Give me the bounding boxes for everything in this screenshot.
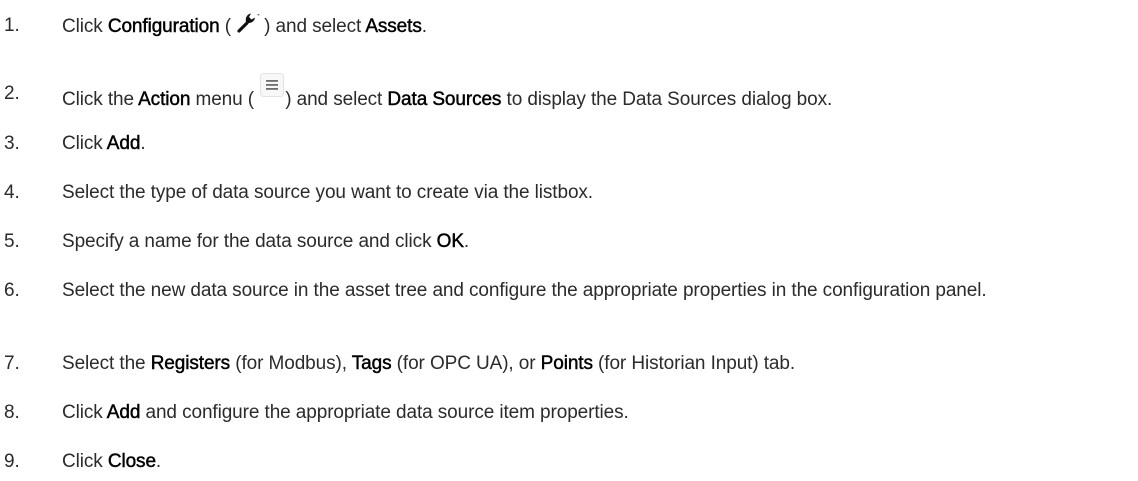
step-text-run: . <box>463 231 470 252</box>
ui-term-bold: Action <box>138 89 191 110</box>
step-number: 2. <box>4 83 20 104</box>
step-number: 4. <box>4 182 20 203</box>
step-number: 5. <box>4 231 20 252</box>
ui-term-bold: Add <box>106 133 141 154</box>
step-text-run: to display the Data Sources dialog box. <box>501 89 833 110</box>
ui-term-bold: Data Sources <box>387 89 502 110</box>
step-text-run: and configure the appropriate data sourc… <box>140 402 629 423</box>
step-text-run: (for OPC UA), or <box>391 353 541 374</box>
step-text-run: . <box>155 451 162 472</box>
ui-term-bold: Registers <box>150 353 231 374</box>
step-text: Click Add and configure the appropriate … <box>62 400 1122 426</box>
step-text-run: Click <box>62 16 108 37</box>
step-text-run: ) and select <box>285 89 388 110</box>
step-text-run: (for Modbus), <box>230 353 352 374</box>
step-text-run: (for Historian Input) tab. <box>592 353 796 374</box>
action-menu-icon <box>259 73 285 107</box>
step-number: 7. <box>4 353 20 374</box>
step-text-run: ( <box>219 16 237 37</box>
step-text-run: Click the <box>62 89 139 110</box>
step-number: 9. <box>4 451 20 472</box>
step-text-run: Click <box>62 133 107 154</box>
step-text-run: . <box>421 16 427 37</box>
step-number: 3. <box>4 133 20 154</box>
step-text-run: Select the type of data source you want … <box>62 182 593 203</box>
ui-term-bold: Points <box>540 353 593 374</box>
ui-term-bold: Add <box>106 402 141 423</box>
step-text: Click Add. <box>62 131 1122 157</box>
step-number: 1. <box>4 15 20 36</box>
ui-term-bold: Tags <box>351 353 392 374</box>
step-text: Select the Registers (for Modbus), Tags … <box>62 351 1122 377</box>
step-text-run: ) and select <box>264 16 366 37</box>
step-text: Click Configuration ( ) and select Asset… <box>62 13 1122 40</box>
step-text-run: Select the <box>62 353 151 374</box>
step-text-run: Click <box>62 402 107 423</box>
wrench-dropdown-icon <box>236 13 264 35</box>
ui-term-bold: Assets <box>365 16 422 37</box>
ui-term-bold: Close <box>107 451 157 472</box>
step-text: Click Close. <box>62 449 1122 475</box>
step-text-run: Select the new data source in the asset … <box>62 280 987 301</box>
step-text-run: Click <box>62 451 108 472</box>
step-number: 8. <box>4 402 20 423</box>
step-text-run: . <box>140 133 146 154</box>
step-number: 6. <box>4 280 20 301</box>
ui-term-bold: Configuration <box>107 16 220 37</box>
step-text: Select the type of data source you want … <box>62 180 1122 206</box>
ui-term-bold: OK <box>436 231 464 252</box>
step-text: Select the new data source in the asset … <box>62 278 1122 304</box>
step-text: Click the Action menu ( ) and select Dat… <box>62 73 1122 113</box>
step-text-run: Specify a name for the data source and c… <box>62 231 437 252</box>
step-text-run: menu ( <box>190 89 260 110</box>
step-text: Specify a name for the data source and c… <box>62 229 1122 255</box>
